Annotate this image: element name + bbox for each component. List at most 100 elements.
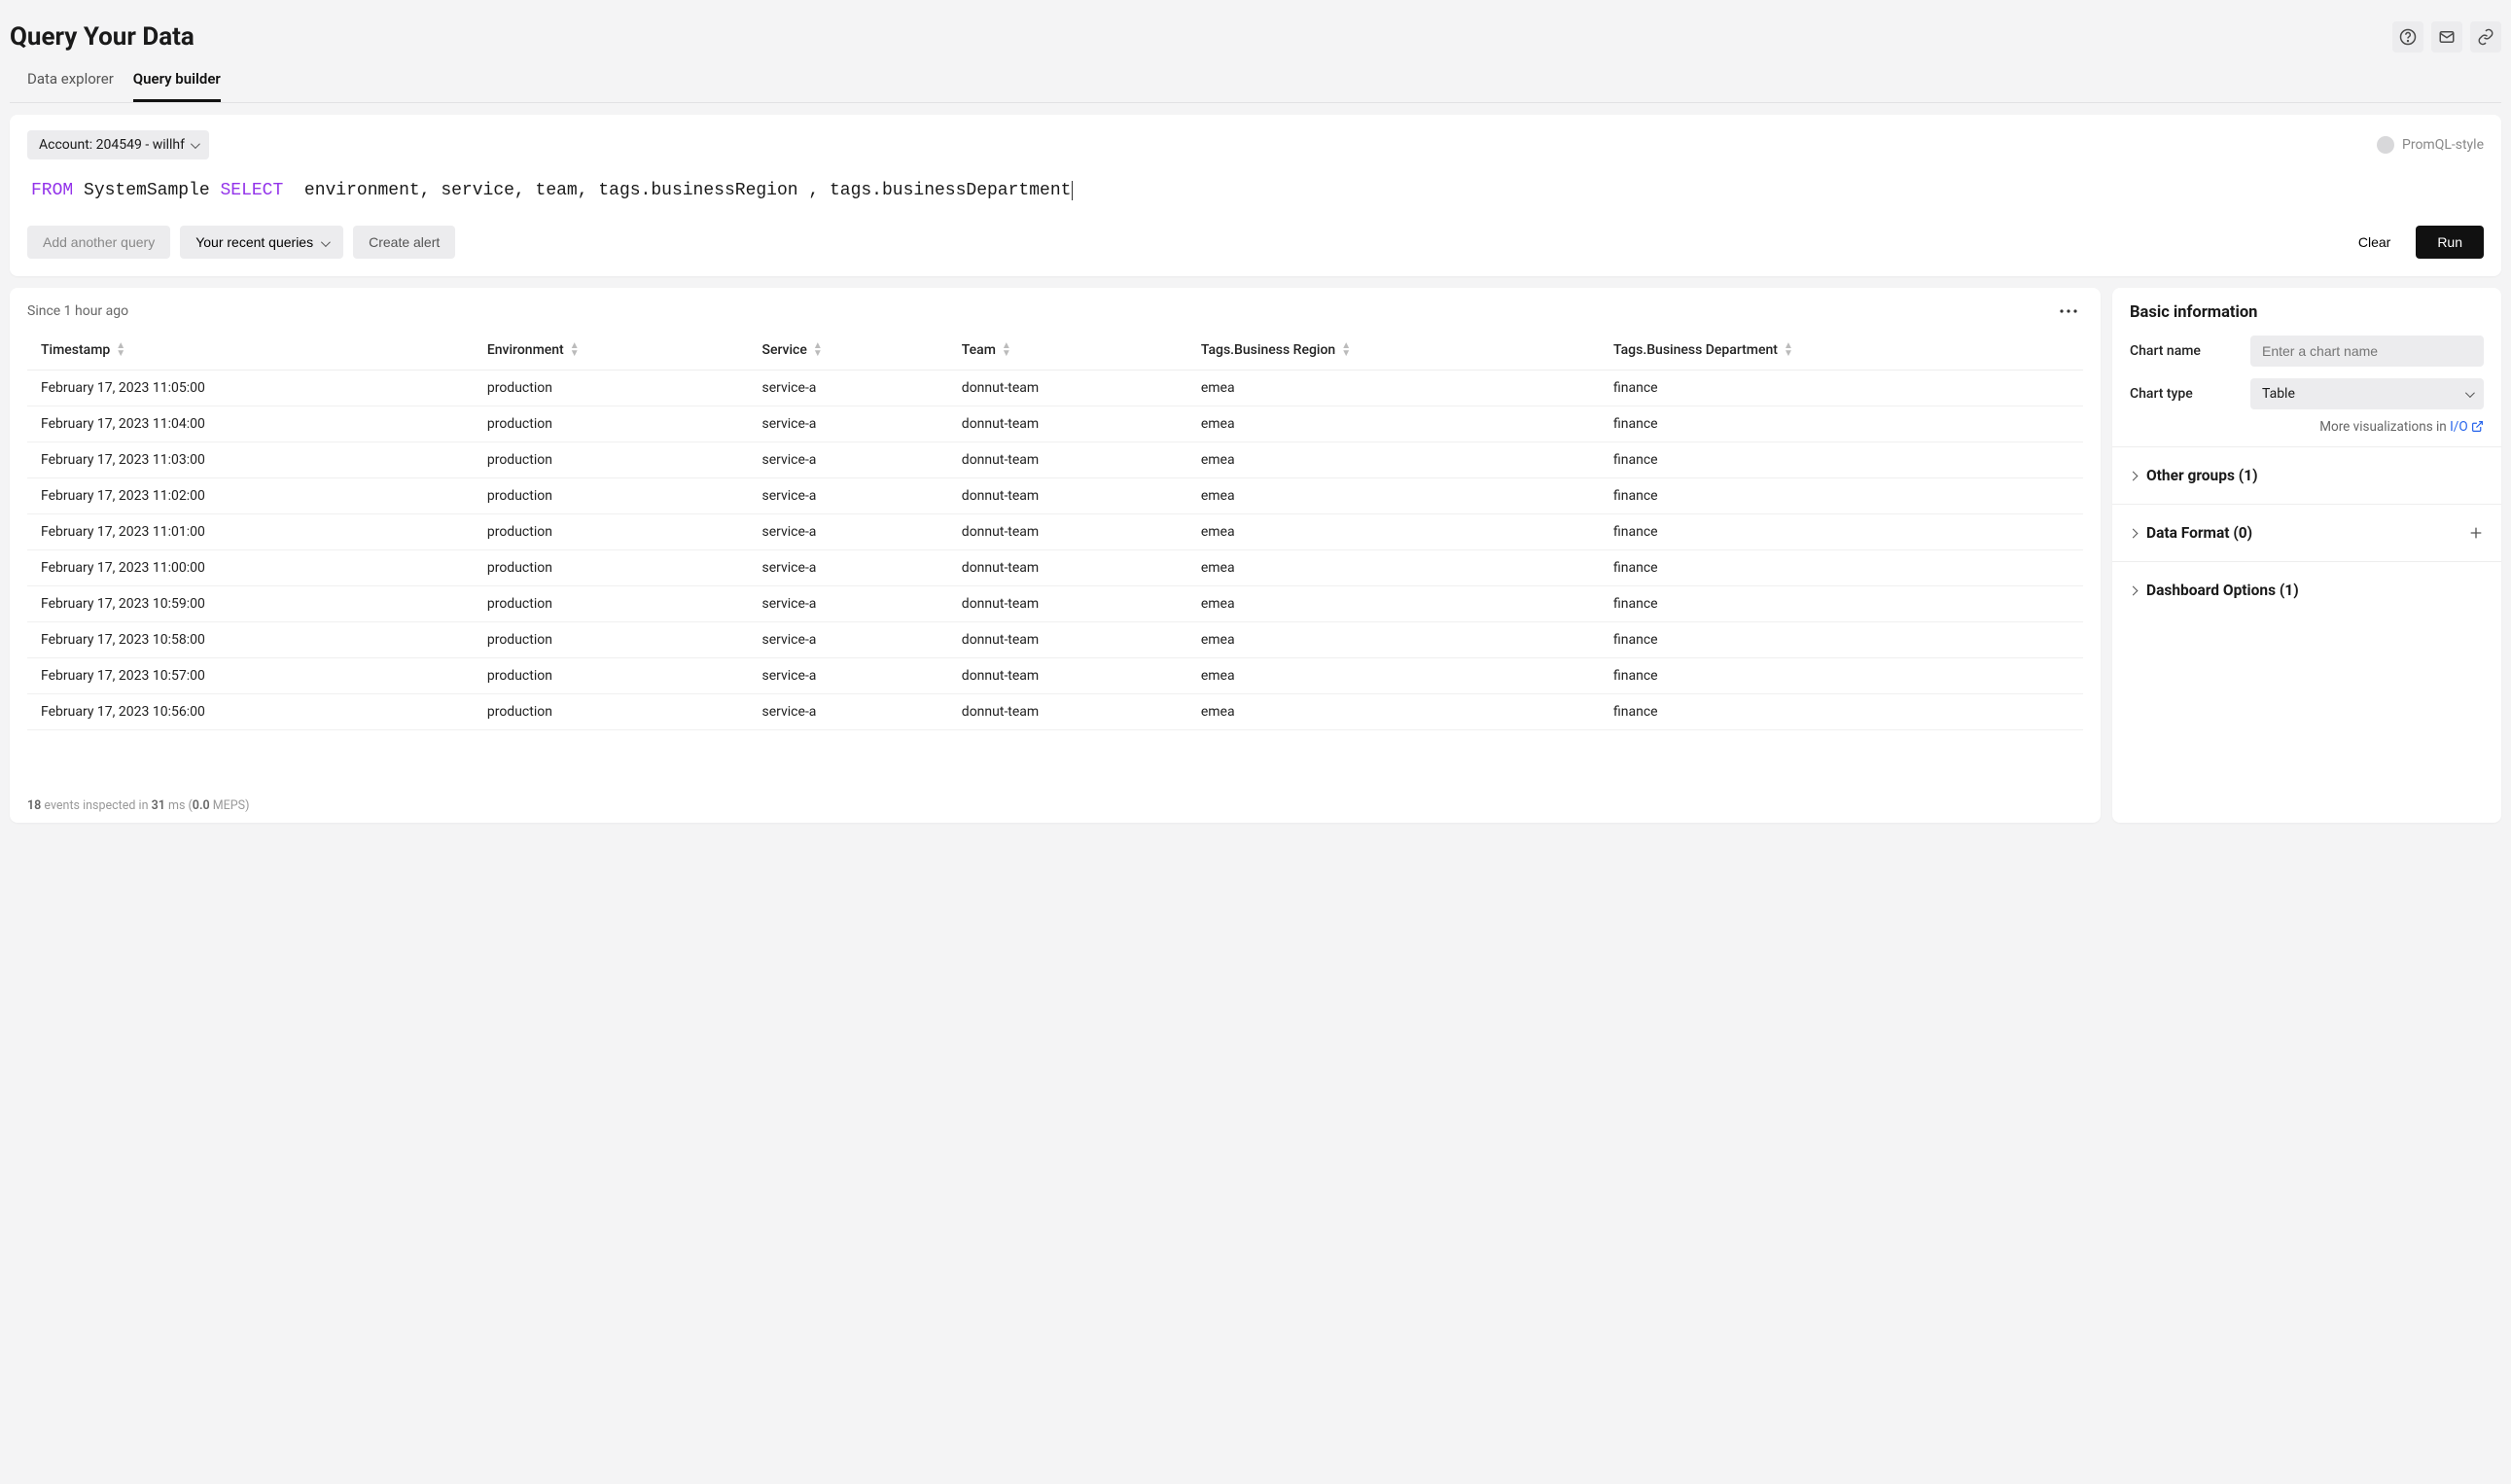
query-editor[interactable]: FROM SystemSample SELECT environment, se…	[27, 159, 2484, 226]
table-row[interactable]: February 17, 2023 10:59:00productionserv…	[27, 586, 2083, 622]
cell-team: donnut-team	[948, 694, 1187, 730]
cell-team: donnut-team	[948, 406, 1187, 442]
col-service[interactable]: Service▲▼	[748, 331, 947, 371]
cell-region: emea	[1187, 371, 1600, 406]
cell-timestamp: February 17, 2023 11:03:00	[27, 442, 474, 478]
cell-region: emea	[1187, 694, 1600, 730]
cell-region: emea	[1187, 586, 1600, 622]
query-fields: environment, service, team, tags.busines…	[304, 181, 1074, 200]
cell-department: finance	[1600, 694, 2083, 730]
table-row[interactable]: February 17, 2023 10:57:00productionserv…	[27, 658, 2083, 694]
cell-team: donnut-team	[948, 442, 1187, 478]
create-alert-button[interactable]: Create alert	[353, 226, 455, 259]
cell-department: finance	[1600, 514, 2083, 550]
cell-region: emea	[1187, 658, 1600, 694]
clear-button[interactable]: Clear	[2343, 226, 2406, 259]
query-stats: 18 events inspected in 31 ms (0.0 MEPS)	[27, 730, 2083, 813]
cell-environment: production	[474, 694, 749, 730]
cell-team: donnut-team	[948, 514, 1187, 550]
cell-region: emea	[1187, 442, 1600, 478]
chart-type-select[interactable]: Table	[2250, 378, 2484, 409]
other-groups-title: Other groups (1)	[2146, 467, 2258, 484]
cell-department: finance	[1600, 406, 2083, 442]
chart-type-value: Table	[2262, 386, 2295, 402]
col-timestamp[interactable]: Timestamp▲▼	[27, 331, 474, 371]
account-selector[interactable]: Account: 204549 - willhf	[27, 130, 209, 159]
cell-department: finance	[1600, 442, 2083, 478]
cell-service: service-a	[748, 371, 947, 406]
table-row[interactable]: February 17, 2023 11:01:00productionserv…	[27, 514, 2083, 550]
col-team[interactable]: Team▲▼	[948, 331, 1187, 371]
cell-department: finance	[1600, 478, 2083, 514]
chart-name-input[interactable]	[2250, 336, 2484, 367]
cell-department: finance	[1600, 550, 2083, 586]
side-panel: Basic information Chart name Chart type …	[2112, 288, 2501, 823]
cell-team: donnut-team	[948, 478, 1187, 514]
table-row[interactable]: February 17, 2023 10:56:00productionserv…	[27, 694, 2083, 730]
chart-name-label: Chart name	[2130, 343, 2237, 359]
table-row[interactable]: February 17, 2023 11:04:00productionserv…	[27, 406, 2083, 442]
run-button[interactable]: Run	[2416, 226, 2484, 259]
cell-environment: production	[474, 550, 749, 586]
page-title: Query Your Data	[10, 22, 195, 52]
io-link[interactable]: I/O	[2450, 419, 2484, 435]
table-row[interactable]: February 17, 2023 11:00:00productionserv…	[27, 550, 2083, 586]
cell-department: finance	[1600, 586, 2083, 622]
cell-environment: production	[474, 406, 749, 442]
link-icon[interactable]	[2470, 21, 2501, 53]
sort-icon: ▲▼	[570, 342, 580, 358]
cell-team: donnut-team	[948, 550, 1187, 586]
cell-timestamp: February 17, 2023 10:58:00	[27, 622, 474, 658]
cell-team: donnut-team	[948, 622, 1187, 658]
cell-region: emea	[1187, 622, 1600, 658]
recent-queries-label: Your recent queries	[195, 234, 313, 250]
cell-environment: production	[474, 514, 749, 550]
chevron-right-icon	[2130, 525, 2137, 541]
table-row[interactable]: February 17, 2023 11:02:00productionserv…	[27, 478, 2083, 514]
more-menu-icon[interactable]	[2054, 305, 2083, 317]
cell-service: service-a	[748, 550, 947, 586]
cell-environment: production	[474, 478, 749, 514]
mail-icon[interactable]	[2431, 21, 2462, 53]
cell-region: emea	[1187, 406, 1600, 442]
cell-service: service-a	[748, 658, 947, 694]
cell-service: service-a	[748, 622, 947, 658]
keyword-from: FROM	[31, 181, 73, 200]
table-row[interactable]: February 17, 2023 10:58:00productionserv…	[27, 622, 2083, 658]
cell-service: service-a	[748, 514, 947, 550]
promql-icon	[2377, 136, 2394, 154]
cell-service: service-a	[748, 406, 947, 442]
time-range-label: Since 1 hour ago	[27, 303, 128, 319]
chart-type-label: Chart type	[2130, 386, 2237, 402]
sort-icon: ▲▼	[813, 342, 823, 358]
section-other-groups[interactable]: Other groups (1)	[2130, 453, 2484, 498]
help-icon[interactable]	[2392, 21, 2423, 53]
table-row[interactable]: February 17, 2023 11:03:00productionserv…	[27, 442, 2083, 478]
cell-service: service-a	[748, 442, 947, 478]
promql-label: PromQL-style	[2402, 137, 2484, 153]
promql-toggle[interactable]: PromQL-style	[2377, 136, 2484, 154]
sort-icon: ▲▼	[1784, 342, 1793, 358]
section-dashboard-options[interactable]: Dashboard Options (1)	[2130, 568, 2484, 613]
data-format-title: Data Format (0)	[2146, 524, 2252, 542]
cell-service: service-a	[748, 586, 947, 622]
tab-query-builder[interactable]: Query builder	[133, 60, 221, 102]
cell-service: service-a	[748, 694, 947, 730]
col-region[interactable]: Tags.Business Region▲▼	[1187, 331, 1600, 371]
table-row[interactable]: February 17, 2023 11:05:00productionserv…	[27, 371, 2083, 406]
keyword-select: SELECT	[220, 181, 283, 200]
cell-team: donnut-team	[948, 658, 1187, 694]
cell-team: donnut-team	[948, 586, 1187, 622]
plus-icon[interactable]	[2468, 525, 2484, 541]
col-environment[interactable]: Environment▲▼	[474, 331, 749, 371]
cell-environment: production	[474, 442, 749, 478]
add-another-query-button[interactable]: Add another query	[27, 226, 170, 259]
col-department[interactable]: Tags.Business Department▲▼	[1600, 331, 2083, 371]
cell-environment: production	[474, 622, 749, 658]
sort-icon: ▲▼	[1341, 342, 1351, 358]
cell-environment: production	[474, 586, 749, 622]
recent-queries-button[interactable]: Your recent queries	[180, 226, 343, 259]
tab-data-explorer[interactable]: Data explorer	[27, 60, 114, 102]
section-data-format[interactable]: Data Format (0)	[2130, 511, 2484, 555]
query-table: SystemSample	[84, 181, 210, 200]
